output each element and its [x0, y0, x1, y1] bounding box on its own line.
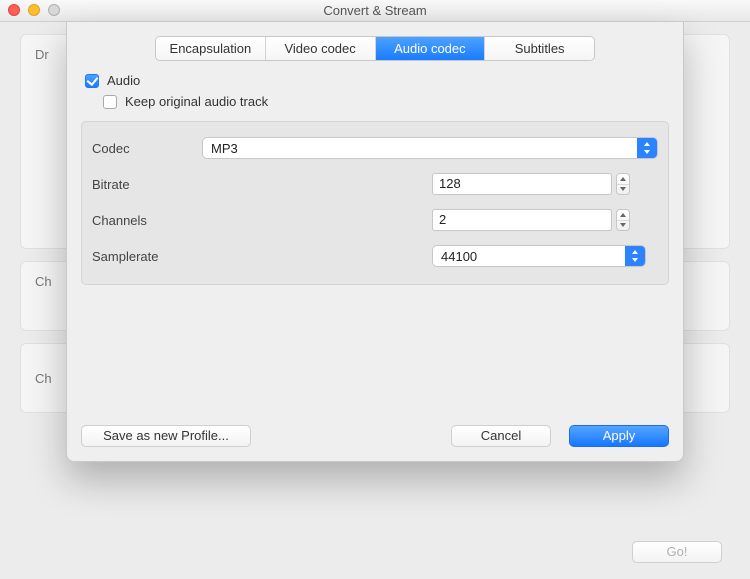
samplerate-value: 44100 — [433, 249, 625, 264]
chevron-up-icon[interactable] — [617, 174, 629, 184]
tab-video-codec[interactable]: Video codec — [266, 37, 376, 60]
panel-label: Ch — [35, 371, 52, 386]
tab-subtitles[interactable]: Subtitles — [485, 37, 594, 60]
window-title: Convert & Stream — [0, 0, 750, 22]
codec-value: MP3 — [203, 141, 637, 156]
bitrate-input[interactable]: 128 — [432, 173, 612, 195]
panel-label: Ch — [35, 274, 52, 289]
close-icon[interactable] — [8, 4, 20, 16]
keep-original-row[interactable]: Keep original audio track — [103, 94, 683, 109]
minimize-icon[interactable] — [28, 4, 40, 16]
sheet-footer: Save as new Profile... Cancel Apply — [81, 425, 669, 447]
panel-label: Dr — [35, 47, 49, 62]
samplerate-row: Samplerate 44100 — [92, 238, 658, 274]
tab-encapsulation[interactable]: Encapsulation — [156, 37, 266, 60]
titlebar: Convert & Stream — [0, 0, 750, 22]
checkbox-icon[interactable] — [85, 74, 99, 88]
audio-checkbox-label: Audio — [107, 73, 140, 88]
channels-input[interactable]: 2 — [432, 209, 612, 231]
tab-bar: Encapsulation Video codec Audio codec Su… — [155, 36, 595, 61]
bitrate-stepper[interactable] — [616, 173, 630, 195]
codec-row: Codec MP3 — [92, 130, 658, 166]
audio-form: Codec MP3 Bitrate 128 Channels 2 — [81, 121, 669, 285]
audio-checkbox-row[interactable]: Audio — [85, 73, 683, 88]
chevron-down-icon[interactable] — [617, 184, 629, 195]
channels-stepper[interactable] — [616, 209, 630, 231]
save-profile-button[interactable]: Save as new Profile... — [81, 425, 251, 447]
chevron-up-icon[interactable] — [617, 210, 629, 220]
bitrate-row: Bitrate 128 — [92, 166, 658, 202]
cancel-button[interactable]: Cancel — [451, 425, 551, 447]
codec-select[interactable]: MP3 — [202, 137, 658, 159]
profile-sheet: Encapsulation Video codec Audio codec Su… — [66, 22, 684, 462]
channels-label: Channels — [92, 213, 202, 228]
chevron-down-icon[interactable] — [617, 220, 629, 231]
apply-button[interactable]: Apply — [569, 425, 669, 447]
samplerate-label: Samplerate — [92, 249, 202, 264]
samplerate-select[interactable]: 44100 — [432, 245, 646, 267]
keep-original-label: Keep original audio track — [125, 94, 268, 109]
window-controls — [8, 4, 60, 16]
tab-audio-codec[interactable]: Audio codec — [376, 37, 486, 60]
go-button: Go! — [632, 541, 722, 563]
chevron-updown-icon — [637, 138, 657, 158]
codec-label: Codec — [92, 141, 202, 156]
bitrate-label: Bitrate — [92, 177, 202, 192]
checkbox-icon[interactable] — [103, 95, 117, 109]
channels-row: Channels 2 — [92, 202, 658, 238]
chevron-updown-icon — [625, 246, 645, 266]
zoom-icon — [48, 4, 60, 16]
